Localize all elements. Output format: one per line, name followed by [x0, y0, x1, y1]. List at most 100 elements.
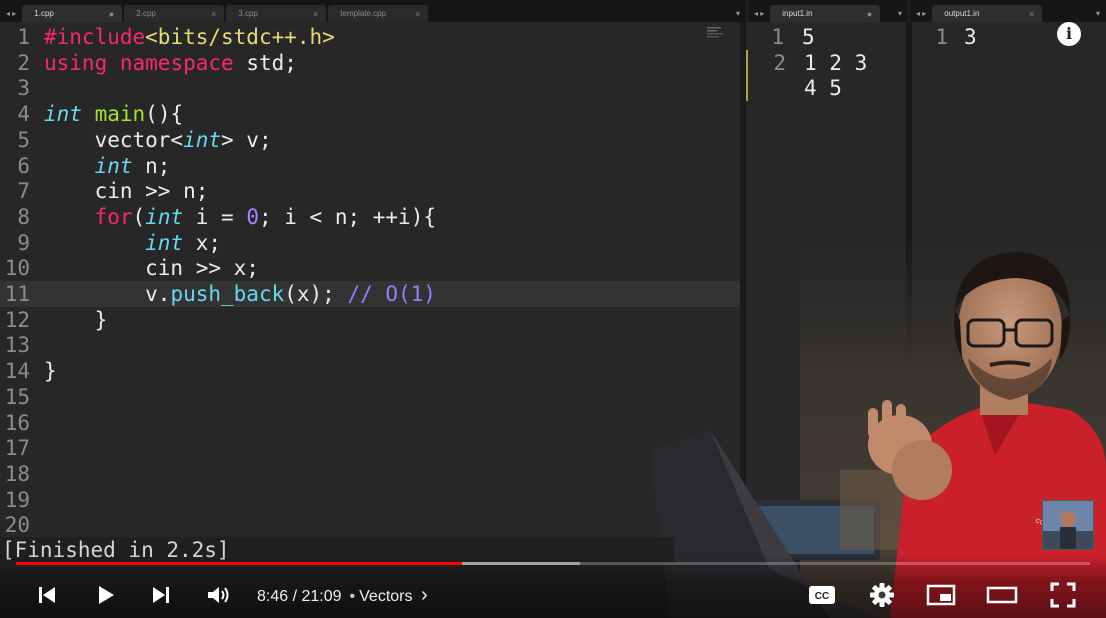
editor-tab-1[interactable]: 2.cpp × [124, 5, 225, 22]
channel-thumbnail[interactable] [1042, 500, 1094, 550]
code-token: int [183, 127, 222, 152]
tab-label: 3.cpp [238, 9, 258, 18]
minimap[interactable] [706, 26, 726, 40]
output-tab-0[interactable]: output1.in × [932, 5, 1043, 22]
play-icon [99, 586, 114, 604]
input-line[interactable]: 15 [746, 24, 906, 50]
input-line[interactable]: 4 5 [746, 75, 906, 102]
code-line[interactable]: 10 cin >> x; [0, 255, 740, 281]
progress-bar[interactable] [16, 562, 1090, 565]
info-icon[interactable]: i [1057, 22, 1081, 46]
settings-button[interactable] [865, 578, 899, 612]
gear-icon [870, 583, 894, 607]
closed-captions-icon: CC [809, 586, 835, 604]
time-display: 8:46 / 21:09 [257, 588, 342, 605]
unsaved-dot-icon[interactable]: ● [867, 9, 872, 19]
code-token: main [94, 102, 146, 127]
line-number: 17 [4, 436, 30, 461]
tab-dropdown-icon-input[interactable]: ▾ [892, 5, 908, 22]
line-number: 10 [4, 256, 30, 281]
video-frame[interactable]: ◂ ▸ 1.cpp ● 2.cpp × 3.cpp × template.cpp × ▾ ◂ … [0, 0, 1106, 618]
input-tab-bar: ◂ ▸ input1.in ● ▾ [748, 0, 908, 22]
mute-button[interactable] [202, 578, 236, 612]
line-number: 19 [4, 487, 30, 512]
editor-tab-0[interactable]: 1.cpp ● [22, 5, 123, 22]
tab-dropdown-icon[interactable]: ▾ [730, 5, 746, 22]
chapter-title[interactable]: Vectors [359, 588, 412, 605]
tab-nav-arrows-output[interactable]: ◂ ▸ [910, 5, 932, 22]
subtitles-button[interactable]: CC [805, 578, 839, 612]
tab-label: output1.in [944, 9, 980, 18]
cc-label: CC [815, 591, 829, 602]
close-tab-icon[interactable]: × [211, 9, 216, 19]
editor-tab-bar: ◂ ▸ 1.cpp ● 2.cpp × 3.cpp × template.cpp × ▾ [0, 0, 746, 22]
code-line[interactable]: 7 cin >> n; [0, 178, 740, 204]
unsaved-dot-icon[interactable]: ● [109, 9, 114, 19]
editor-tab-3[interactable]: template.cpp × [328, 5, 429, 22]
tab-dropdown-icon-output[interactable]: ▾ [1090, 5, 1106, 22]
code-line[interactable]: 19 [0, 487, 740, 513]
next-button[interactable] [144, 578, 178, 612]
line-number: 11 [4, 282, 30, 306]
line-number: 4 [17, 102, 30, 127]
code-token: for [94, 204, 133, 229]
code-token: std; [233, 50, 297, 75]
code-line[interactable]: 3 [0, 75, 740, 101]
input-tabs: input1.in ● [770, 5, 892, 22]
input-text: 1 2 3 [804, 50, 868, 75]
code-line[interactable]: 18 [0, 461, 740, 487]
code-line[interactable]: 4 int main(){ [0, 101, 740, 127]
close-tab-icon[interactable]: × [1029, 9, 1034, 19]
code-line[interactable]: 17 [0, 435, 740, 461]
code-token: namespace [119, 50, 234, 75]
previous-button[interactable] [30, 578, 64, 612]
chapter-arrow-icon[interactable]: › [421, 584, 428, 606]
code-line[interactable]: 12 } [0, 307, 740, 333]
code-line[interactable]: 5 vector<int> v; [0, 127, 740, 153]
line-number: 2 [17, 50, 30, 75]
code-line[interactable]: 13 [0, 332, 740, 358]
code-token: } [44, 359, 57, 384]
line-number: 1 [17, 25, 30, 49]
fullscreen-button[interactable] [1045, 578, 1081, 612]
tab-nav-arrows-input[interactable]: ◂ ▸ [748, 5, 770, 22]
input-line[interactable]: 2 1 2 3 [746, 49, 906, 76]
tab-label: 2.cpp [136, 9, 156, 18]
code-line[interactable]: 9 int x; [0, 230, 740, 256]
input-text: 5 [802, 25, 815, 49]
close-tab-icon[interactable]: × [313, 9, 318, 19]
code-token: int [145, 204, 184, 229]
editor-tab-2[interactable]: 3.cpp × [226, 5, 327, 22]
code-editor[interactable]: 1 #include<bits/stdc++.h> 2 using namespace… [0, 22, 740, 537]
theater-mode-button[interactable] [984, 578, 1020, 612]
volume-icon [208, 587, 229, 603]
code-token: i = [183, 204, 247, 229]
code-token: (x); [284, 282, 348, 306]
code-token: vector< [44, 127, 184, 152]
code-line[interactable]: 1 #include<bits/stdc++.h> [0, 24, 740, 50]
code-token: using [44, 50, 108, 75]
code-line[interactable]: 6 int n; [0, 153, 740, 179]
code-line[interactable]: 8 for(int i = 0; i < n; ++i){ [0, 204, 740, 230]
code-line[interactable]: 20 [0, 512, 740, 537]
line-number: 13 [4, 333, 30, 358]
close-tab-icon[interactable]: × [415, 9, 420, 19]
input-tab-0[interactable]: input1.in ● [770, 5, 881, 22]
code-token: (){ [145, 102, 184, 127]
line-number: 1 [935, 25, 948, 49]
code-line[interactable]: 16 [0, 410, 740, 436]
code-token: #include [44, 25, 146, 49]
code-line[interactable]: 11 v.push_back(x); // O(1) [0, 281, 740, 307]
miniplayer-button[interactable] [924, 578, 958, 612]
tab-nav-arrows[interactable]: ◂ ▸ [0, 5, 22, 22]
play-button[interactable] [88, 578, 122, 612]
code-line[interactable]: 2 using namespace std; [0, 50, 740, 76]
code-line[interactable]: 14} [0, 358, 740, 384]
line-number: 7 [17, 179, 30, 204]
code-token: > v; [221, 127, 272, 152]
code-line[interactable]: 15 [0, 384, 740, 410]
line-number: 2 [773, 50, 786, 75]
code-token: v. [44, 282, 171, 306]
line-number: 18 [4, 461, 30, 486]
